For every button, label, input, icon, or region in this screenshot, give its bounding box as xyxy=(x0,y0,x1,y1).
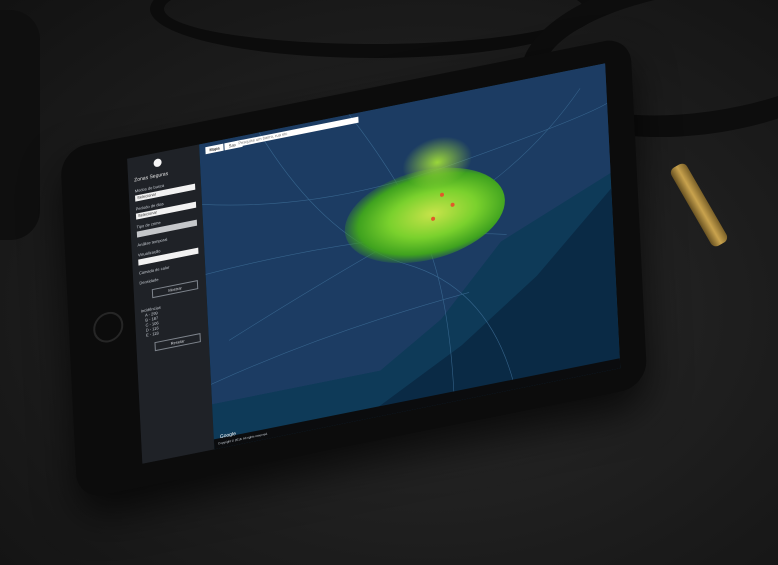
tablet-wrapper: Zonas Seguras Modos de busca Selecionar … xyxy=(0,0,778,565)
reset-button[interactable]: Resetar xyxy=(154,333,201,352)
tablet-screen: Zonas Seguras Modos de busca Selecionar … xyxy=(127,63,621,464)
legend: Incidências A - 299 B - 187 C - 106 D - … xyxy=(141,295,209,338)
map-view[interactable]: Mapa Satél. Pesquise um bairro, rua etc … xyxy=(199,63,621,450)
app-logo-icon xyxy=(153,158,162,168)
tablet-device: Zonas Seguras Modos de busca Selecionar … xyxy=(60,36,648,500)
road xyxy=(211,292,470,385)
show-button[interactable]: Mostrar xyxy=(151,280,199,299)
home-button[interactable] xyxy=(92,309,124,346)
